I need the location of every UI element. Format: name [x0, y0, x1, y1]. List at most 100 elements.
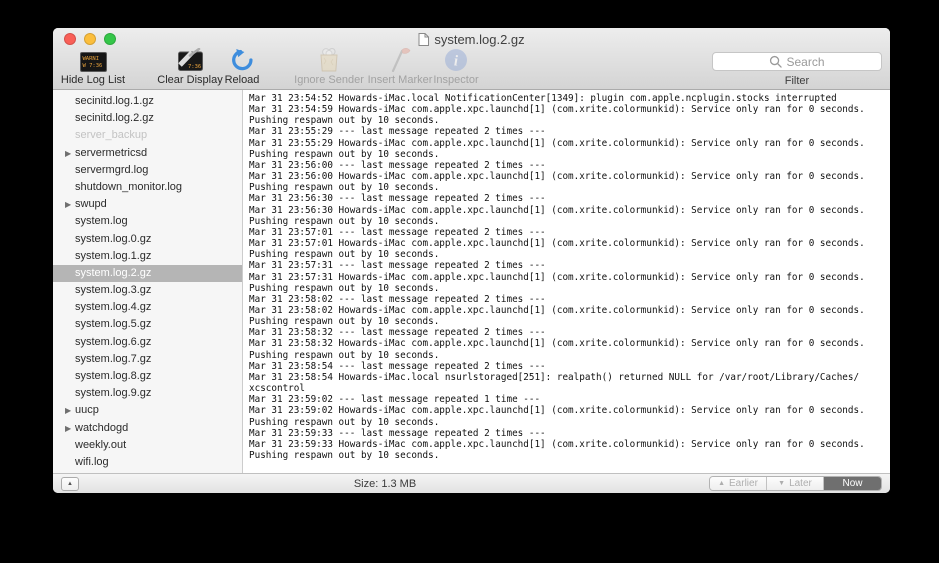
reload-button[interactable]: Reload — [207, 45, 277, 86]
disclosure-triangle-icon[interactable]: ▶ — [65, 196, 75, 213]
filter-label: Filter — [784, 75, 810, 87]
log-line: Mar 31 23:56:00 Howards-iMac com.apple.x… — [249, 171, 865, 183]
earlier-label: Earlier — [729, 478, 758, 489]
sidebar-item-label: shutdown_monitor.log — [75, 180, 183, 193]
sidebar-log-item[interactable]: ▶ system.log.7.gz — [53, 351, 242, 368]
search-input[interactable]: Search — [712, 52, 882, 71]
sidebar-log-item[interactable]: ▶ system.log.2.gz — [53, 264, 242, 283]
log-console-icon: WARNI W 7:36 — [79, 52, 107, 72]
sidebar-item-label: server_backup — [75, 129, 148, 142]
sidebar-log-item[interactable]: ▶ system.log.3.gz — [53, 282, 242, 299]
up-arrow-icon: ▲ — [67, 481, 73, 487]
sidebar-log-item[interactable]: ▶ servermetricsd — [53, 145, 242, 162]
log-line: Mar 31 23:54:52 Howards-iMac.local Notif… — [249, 93, 837, 104]
sidebar-log-item[interactable]: ▶ secinitd.log.1.gz — [53, 93, 242, 110]
sidebar-item-label: watchdogd — [75, 421, 129, 434]
sidebar-item-label: system.log.9.gz — [75, 387, 152, 400]
log-line: Pushing respawn out by 10 seconds. — [249, 416, 440, 428]
log-line: Pushing respawn out by 10 seconds. — [249, 450, 440, 461]
log-line: Pushing respawn out by 10 seconds. — [249, 115, 440, 127]
reload-label: Reload — [224, 74, 260, 86]
sidebar-log-item[interactable]: ▶ system.log.9.gz — [53, 385, 242, 402]
sidebar-log-item[interactable]: ▶ swupd — [53, 196, 242, 213]
sidebar-item-label: servermgrd.log — [75, 163, 149, 176]
sidebar-item-label: uucp — [75, 404, 99, 417]
time-navigation-control: ▲ Earlier ▼ Later Now — [709, 476, 882, 491]
log-line: Mar 31 23:56:30 Howards-iMac com.apple.x… — [249, 204, 865, 216]
sidebar-log-item[interactable]: ▶ system.log.6.gz — [53, 334, 242, 351]
sidebar-log-item[interactable]: ▶ shutdown_monitor.log — [53, 179, 242, 196]
titlebar-toolbar: system.log.2.gz WARNI W 7:36 Hide Log Li… — [53, 28, 890, 90]
sidebar-log-item[interactable]: ▶ system.log.4.gz — [53, 299, 242, 316]
hide-log-list-label: Hide Log List — [60, 74, 126, 86]
svg-text:7:36: 7:36 — [188, 64, 201, 70]
log-line: Mar 31 23:58:02 --- last message repeate… — [249, 293, 546, 305]
earlier-button[interactable]: ▲ Earlier — [710, 477, 767, 490]
disclosure-triangle-icon[interactable]: ▶ — [65, 420, 75, 437]
log-line: Mar 31 23:59:33 Howards-iMac com.apple.x… — [249, 438, 865, 450]
log-line: Mar 31 23:55:29 Howards-iMac com.apple.x… — [249, 137, 865, 149]
status-bar: ▲ Size: 1.3 MB ▲ Earlier ▼ Later Now — [53, 473, 890, 493]
sidebar-log-item[interactable]: ▶ watchdogd — [53, 420, 242, 437]
paper-bag-icon — [320, 48, 338, 72]
log-line: Pushing respawn out by 10 seconds. — [249, 316, 440, 328]
sidebar-log-item[interactable]: ▶ weekly.out — [53, 437, 242, 454]
sidebar-log-item[interactable]: ▶ system.log.8.gz — [53, 368, 242, 385]
log-line: Pushing respawn out by 10 seconds. — [249, 215, 440, 227]
sidebar-log-item[interactable]: ▶ system.log — [53, 213, 242, 230]
sidebar-item-label: servermetricsd — [75, 146, 148, 159]
log-line: Mar 31 23:58:54 Howards-iMac.local nsurl… — [249, 371, 860, 383]
disclosure-triangle-icon[interactable]: ▶ — [65, 402, 75, 419]
sidebar-log-item[interactable]: ▶ system.log.1.gz — [53, 248, 242, 265]
sidebar-log-item[interactable]: ▶ secinitd.log.2.gz — [53, 110, 242, 127]
sidebar-log-item[interactable]: ▶ system.log.5.gz — [53, 316, 242, 333]
log-line: Mar 31 23:55:29 --- last message repeate… — [249, 126, 546, 138]
console-window: system.log.2.gz WARNI W 7:36 Hide Log Li… — [53, 28, 890, 493]
log-line: Mar 31 23:58:32 --- last message repeate… — [249, 327, 546, 339]
sidebar-log-item[interactable]: ▶ uucp — [53, 402, 242, 419]
sidebar-log-item[interactable]: ▶ servermgrd.log — [53, 162, 242, 179]
search-placeholder: Search — [786, 54, 825, 69]
sidebar-item-label: system.log.0.gz — [75, 232, 152, 245]
sidebar-item-label: system.log.2.gz — [75, 266, 152, 279]
search-icon — [770, 55, 783, 68]
sidebar-log-item[interactable]: ▶ system.log.0.gz — [53, 231, 242, 248]
log-line: Pushing respawn out by 10 seconds. — [249, 148, 440, 160]
sidebar-item-label: weekly.out — [75, 438, 127, 451]
log-line: Mar 31 23:57:01 Howards-iMac com.apple.x… — [249, 238, 865, 250]
log-line: Mar 31 23:57:31 Howards-iMac com.apple.x… — [249, 271, 865, 283]
log-line: Mar 31 23:58:02 Howards-iMac com.apple.x… — [249, 304, 865, 316]
sidebar-item-label: system.log.1.gz — [75, 249, 152, 262]
now-button[interactable]: Now — [824, 477, 881, 490]
log-line: Mar 31 23:59:02 Howards-iMac com.apple.x… — [249, 405, 865, 417]
disclosure-triangle-icon[interactable]: ▶ — [65, 145, 75, 162]
inspector-label: Inspector — [433, 74, 479, 86]
reload-icon — [231, 48, 253, 71]
log-line: Pushing respawn out by 10 seconds. — [249, 182, 440, 194]
log-line: Mar 31 23:57:01 --- last message repeate… — [249, 226, 546, 238]
log-line: Mar 31 23:59:33 --- last message repeate… — [249, 427, 546, 439]
sidebar-item-label: wifi.log — [75, 455, 109, 468]
log-line: Mar 31 23:56:00 --- last message repeate… — [249, 159, 546, 171]
log-line: Mar 31 23:58:54 --- last message repeate… — [249, 360, 546, 372]
hide-log-list-button[interactable]: WARNI W 7:36 Hide Log List — [53, 45, 148, 86]
sidebar-item-label: system.log — [75, 215, 128, 228]
sidebar-item-label: swupd — [75, 198, 107, 211]
log-content[interactable]: Mar 31 23:54:52 Howards-iMac.local Notif… — [243, 90, 890, 473]
sidebar-log-item[interactable]: ▶ server_backup — [53, 127, 242, 144]
later-label: Later — [789, 478, 812, 489]
log-line: Mar 31 23:57:31 --- last message repeate… — [249, 260, 546, 272]
inspector-button[interactable]: i Inspector — [416, 45, 496, 86]
log-line: Mar 31 23:54:59 Howards-iMac com.apple.x… — [249, 104, 865, 116]
log-line: Pushing respawn out by 10 seconds. — [249, 349, 440, 361]
sidebar-log-item[interactable]: ▶ wifi.log — [53, 454, 242, 471]
log-line: xcscontrol — [249, 383, 305, 395]
file-size-label: Size: 1.3 MB — [353, 478, 417, 490]
main-area: ▶ secinitd.log.1.gz ▶ secinitd.log.2.gz … — [53, 90, 890, 473]
clear-display-icon: 7:36 — [177, 48, 203, 71]
log-list-sidebar: ▶ secinitd.log.1.gz ▶ secinitd.log.2.gz … — [53, 90, 243, 473]
up-arrow-icon: ▲ — [718, 480, 726, 487]
sidebar-item-label: system.log.4.gz — [75, 301, 152, 314]
move-to-top-button[interactable]: ▲ — [61, 477, 79, 491]
later-button[interactable]: ▼ Later — [767, 477, 824, 490]
